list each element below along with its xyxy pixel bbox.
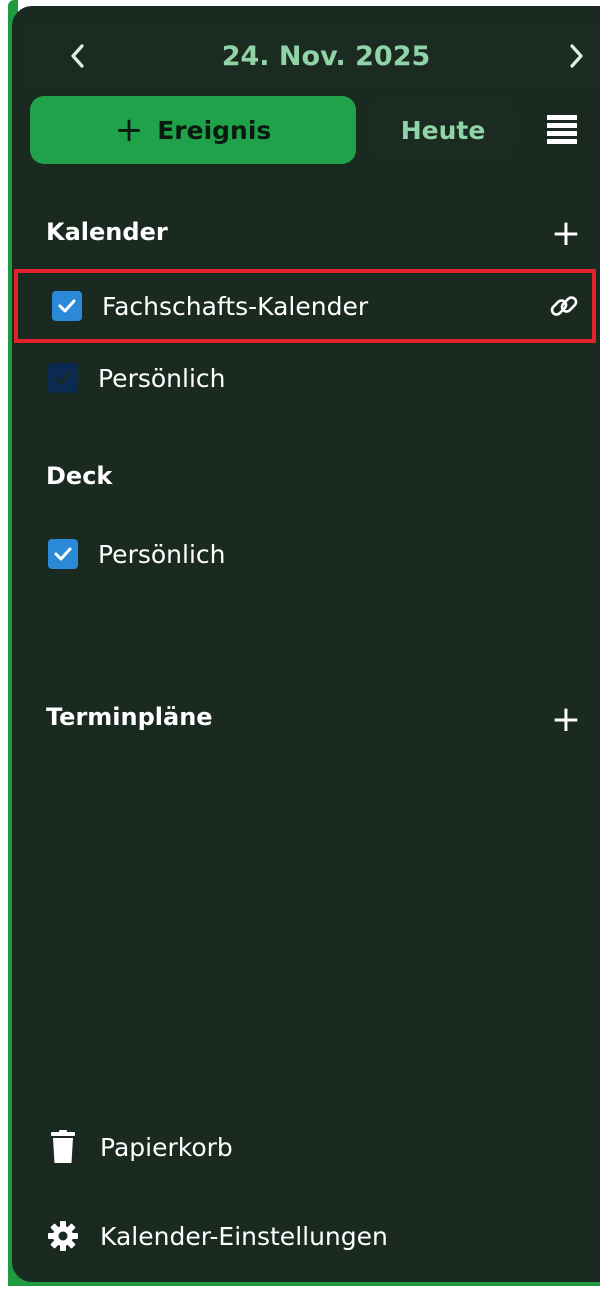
calendar-item-fachschafts-kalender[interactable]: Fachschafts-Kalender — [14, 269, 596, 343]
add-calendar-button[interactable]: + — [544, 212, 588, 256]
section-title-appointments: Terminpläne — [46, 703, 213, 731]
share-link-button[interactable] — [544, 286, 584, 326]
new-event-label: Ereignis — [157, 115, 272, 145]
new-event-button[interactable]: + Ereignis — [30, 96, 356, 164]
trash-icon — [42, 1126, 84, 1168]
checkmark-icon — [58, 299, 76, 313]
calendar-checkbox[interactable] — [48, 363, 78, 393]
deck-checkbox[interactable] — [48, 539, 78, 569]
today-button[interactable]: Heute — [368, 96, 518, 164]
gear-icon — [42, 1215, 84, 1257]
plus-icon: + — [550, 213, 582, 254]
trash-button[interactable]: Papierkorb — [42, 1117, 582, 1177]
current-date[interactable]: 24. Nov. 2025 — [126, 24, 526, 88]
plus-icon: + — [114, 110, 144, 150]
checkmark-icon — [54, 371, 72, 385]
date-navigation: 24. Nov. 2025 — [26, 24, 600, 88]
app-frame: 24. Nov. 2025 + Ereignis Heute Kalender — [0, 0, 600, 1294]
calendar-settings-button[interactable]: Kalender-Einstellungen — [42, 1206, 582, 1266]
checkmark-icon — [54, 547, 72, 561]
previous-day-button[interactable] — [48, 24, 108, 88]
calendar-label: Persönlich — [98, 363, 226, 393]
view-menu-button[interactable] — [532, 104, 592, 156]
link-icon — [550, 296, 578, 316]
calendar-label: Fachschafts-Kalender — [102, 291, 369, 321]
next-day-button[interactable] — [546, 24, 600, 88]
section-title-calendars: Kalender — [46, 218, 168, 246]
calendar-checkbox[interactable] — [52, 291, 82, 321]
chevron-right-icon — [570, 44, 583, 68]
deck-label: Persönlich — [98, 539, 226, 569]
plus-icon: + — [550, 699, 582, 740]
add-appointment-schedule-button[interactable]: + — [544, 698, 588, 742]
calendar-sidebar: 24. Nov. 2025 + Ereignis Heute Kalender — [12, 6, 600, 1282]
trash-label: Papierkorb — [100, 1132, 233, 1162]
view-menu-icon — [547, 115, 577, 144]
chevron-left-icon — [71, 44, 84, 68]
settings-label: Kalender-Einstellungen — [100, 1221, 388, 1251]
deck-item-persoenlich[interactable]: Persönlich — [14, 517, 596, 591]
calendar-item-persoenlich[interactable]: Persönlich — [14, 341, 596, 415]
section-title-deck: Deck — [46, 462, 113, 490]
